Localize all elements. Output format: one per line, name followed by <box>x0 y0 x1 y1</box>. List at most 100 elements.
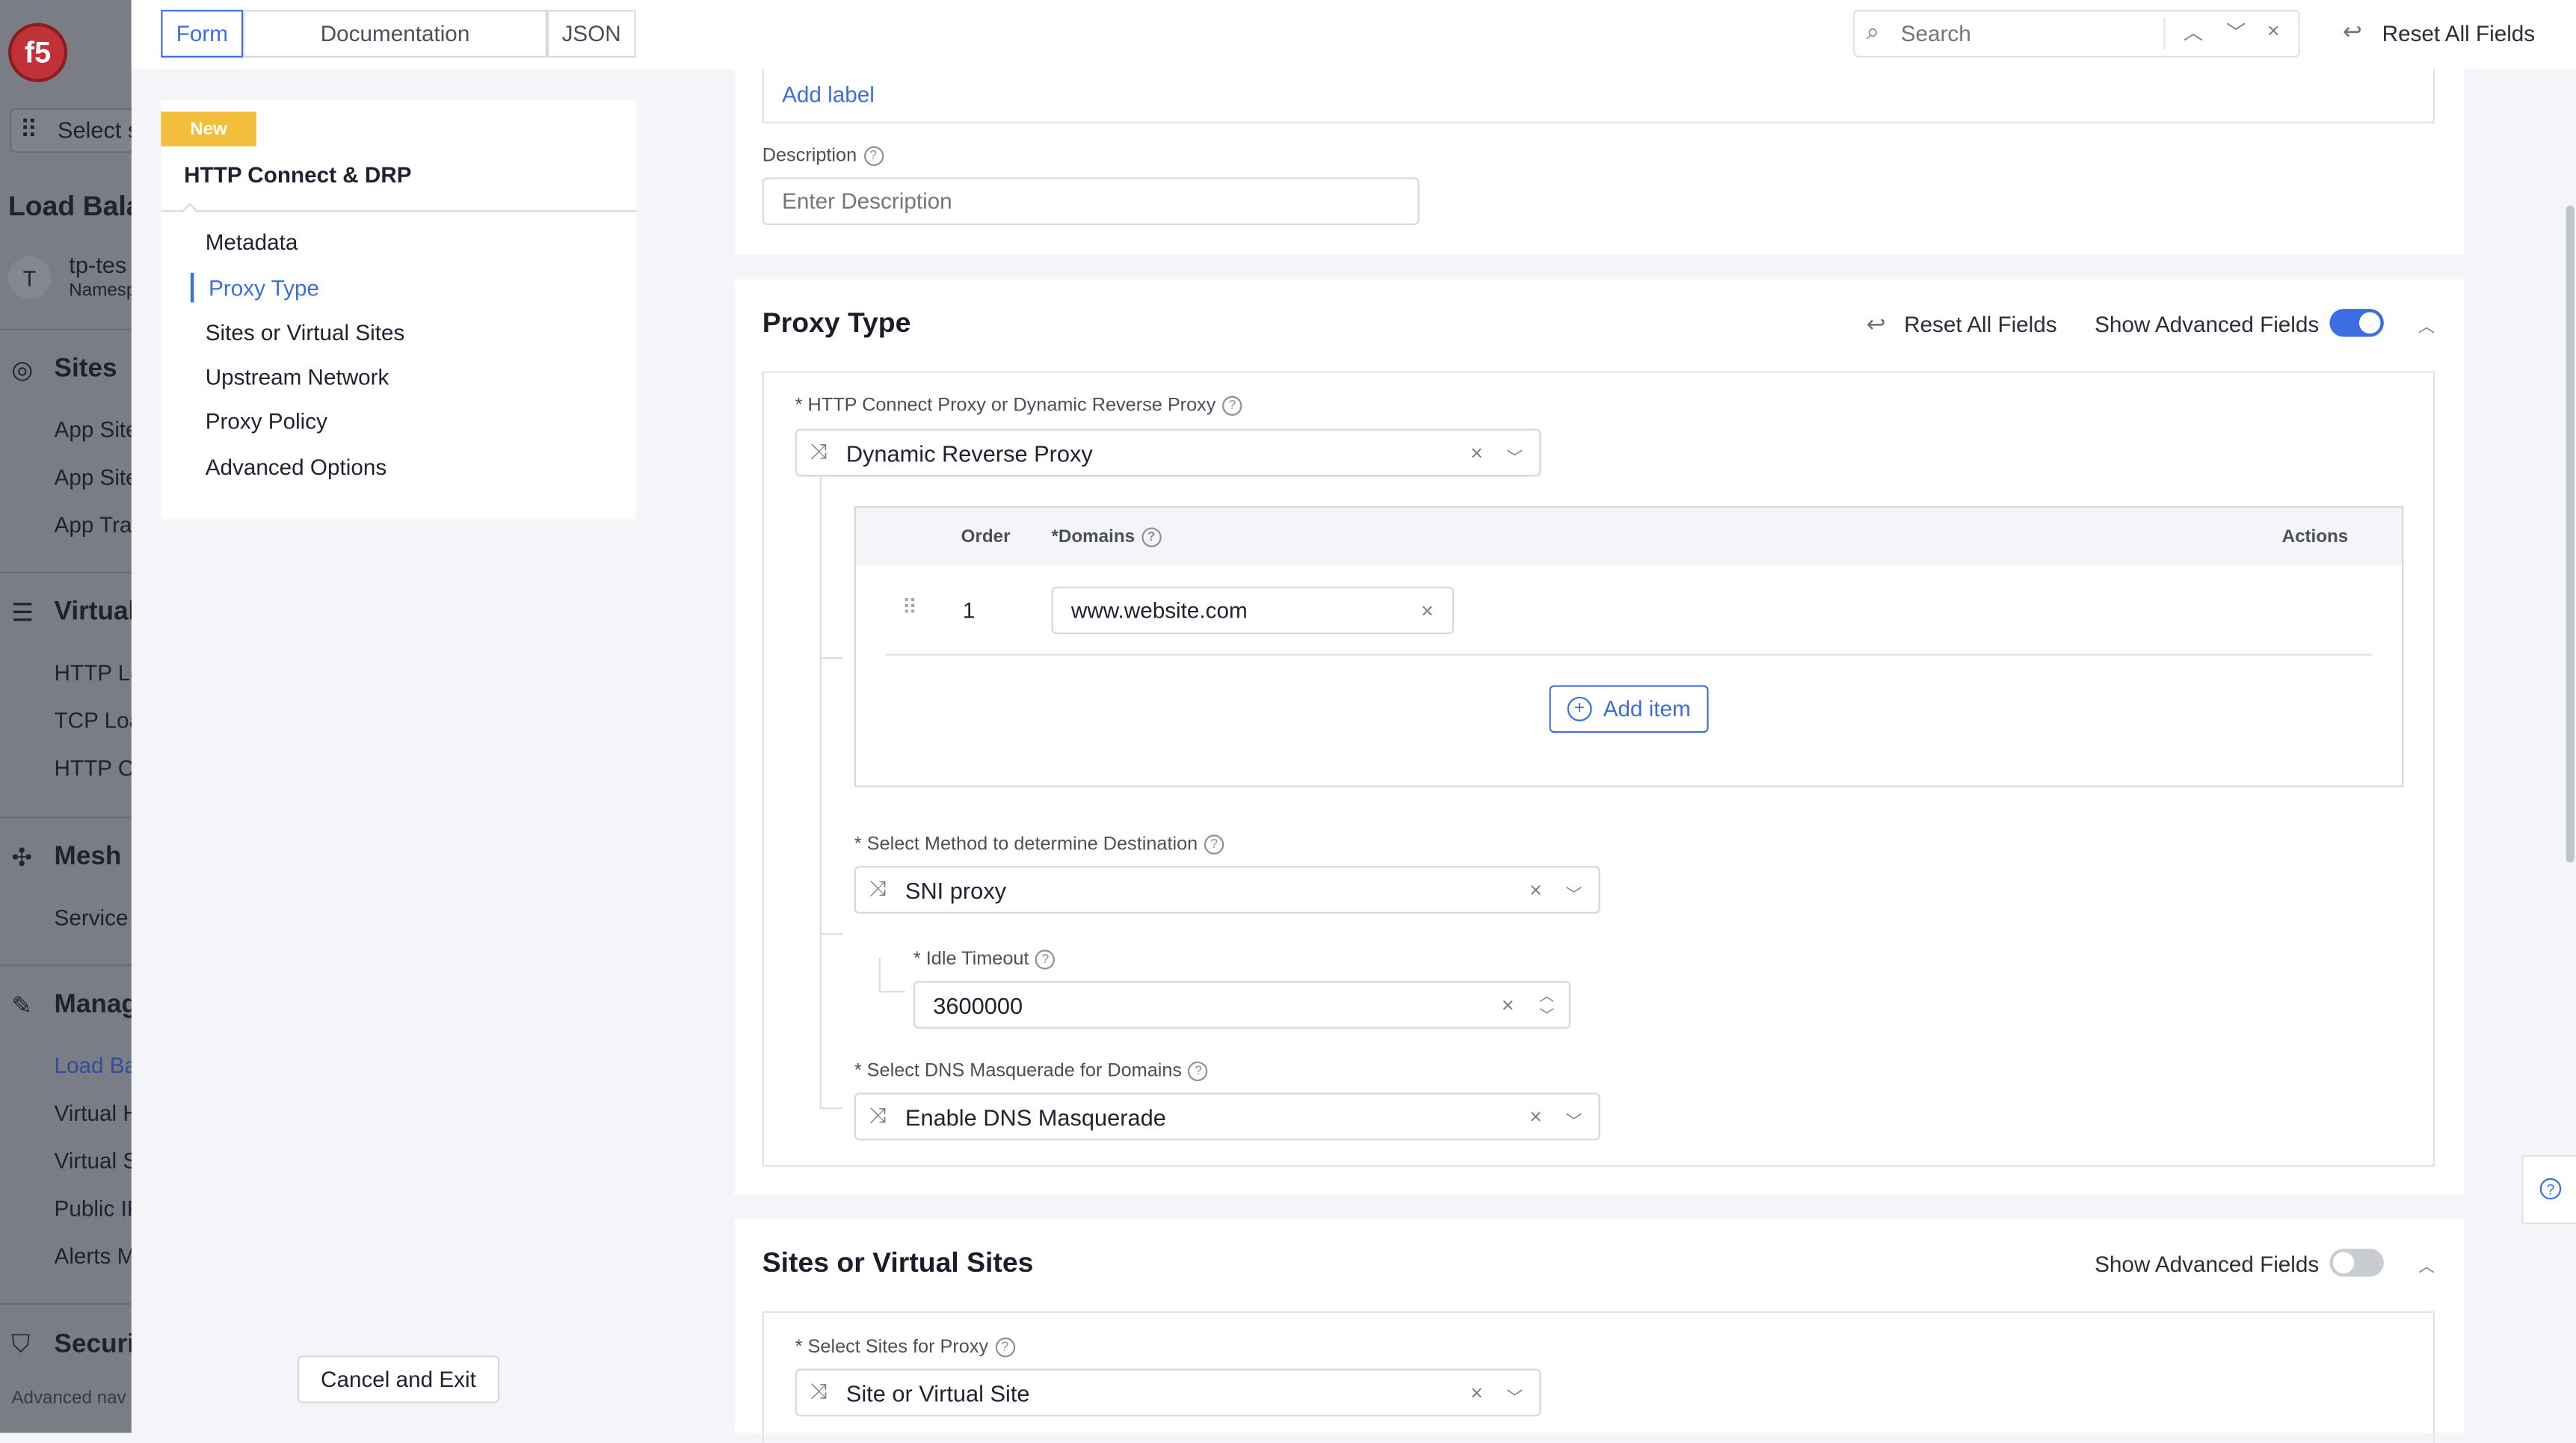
advanced-fields-toggle[interactable] <box>2329 1249 2384 1277</box>
help-icon: ? <box>994 1337 1015 1358</box>
sites-select[interactable]: ⤨ Site or Virtual Site × ﹀ <box>795 1368 1541 1417</box>
section-reset-button[interactable]: Reset All Fields <box>1904 313 2056 337</box>
nav-item[interactable]: Public IP <box>55 1196 132 1221</box>
namespace-sub: Namesp <box>69 280 132 301</box>
scrollbar[interactable] <box>2566 205 2575 863</box>
form-title: HTTP Connect & DRP <box>184 162 412 188</box>
nav-item[interactable]: Virtual H <box>55 1101 132 1125</box>
cancel-exit-button[interactable]: Cancel and Exit <box>297 1356 500 1403</box>
stepper-up-icon[interactable]: ︿ <box>1539 984 1554 1006</box>
nav-item[interactable]: App Site <box>55 465 132 490</box>
nav-proxy-policy[interactable]: Proxy Policy <box>206 409 327 434</box>
nav-item[interactable]: HTTP C <box>55 756 132 781</box>
choice-icon: ⤨ <box>810 438 828 464</box>
advanced-fields-toggle[interactable] <box>2329 309 2384 337</box>
search-prev-icon[interactable]: ︿ <box>2184 18 2203 46</box>
globe-icon: ◎ <box>11 356 34 385</box>
nav-item[interactable]: Service <box>55 905 129 930</box>
header-actions: Actions <box>2281 527 2349 547</box>
clear-icon[interactable]: × <box>1470 1380 1483 1405</box>
add-item-button[interactable]: + Add item <box>1549 685 1709 733</box>
advanced-fields-label: Show Advanced Fields <box>2095 312 2320 337</box>
method-select[interactable]: ⤨ SNI proxy × ﹀ <box>854 866 1600 914</box>
reset-icon[interactable]: ↩ <box>1867 310 1886 338</box>
nav-item[interactable]: TCP Loa <box>55 708 132 733</box>
reset-icon[interactable]: ↩ <box>2343 18 2362 46</box>
sites-field-label: * Select Sites for Proxy? <box>795 1337 1015 1358</box>
nav-proxy-type[interactable]: Proxy Type <box>209 276 319 301</box>
nav-advanced-options[interactable]: Advanced Options <box>206 455 386 480</box>
tab-documentation[interactable]: Documentation <box>243 10 547 58</box>
method-label: * Select Method to determine Destination… <box>854 834 1224 855</box>
top-toolbar: Form Documentation JSON ⌕ ︿ ﹀ × ↩ Reset … <box>131 0 2576 70</box>
nav-group-sites[interactable]: Sites <box>55 355 117 385</box>
reset-all-fields-button[interactable]: Reset All Fields <box>2382 22 2535 46</box>
nav-metadata[interactable]: Metadata <box>206 230 298 255</box>
form-section-nav: New HTTP Connect & DRP Metadata Proxy Ty… <box>161 100 636 520</box>
search-icon: ⌕ <box>1866 18 1879 45</box>
collapse-icon[interactable]: ︿ <box>2418 1252 2435 1276</box>
proxy-select[interactable]: ⤨ Dynamic Reverse Proxy × ﹀ <box>795 428 1541 477</box>
domain-input[interactable]: www.website.com × <box>1051 586 1454 635</box>
advanced-fields-label: Show Advanced Fields <box>2095 1252 2320 1277</box>
proxy-type-title: Proxy Type <box>762 307 911 339</box>
search-input[interactable] <box>1897 16 2160 49</box>
chevron-down-icon[interactable]: ﹀ <box>1506 443 1523 468</box>
section-title: Load Bala <box>7 190 132 222</box>
dns-label: * Select DNS Masquerade for Domains? <box>854 1061 1209 1082</box>
help-icon: ? <box>1222 396 1242 416</box>
clear-icon[interactable]: × <box>1529 1104 1542 1129</box>
choice-icon: ⤨ <box>869 876 887 901</box>
collapse-icon[interactable]: ︿ <box>2418 313 2435 336</box>
mesh-icon: ✣ <box>11 844 33 873</box>
left-navigation: f5 ⠿ Select s Load Bala T tp-tes Namesp … <box>0 0 132 1433</box>
dns-select[interactable]: ⤨ Enable DNS Masquerade × ﹀ <box>854 1092 1600 1141</box>
nav-sites[interactable]: Sites or Virtual Sites <box>206 321 405 345</box>
description-input[interactable] <box>762 177 1420 226</box>
main-form: Add label Description? Proxy Type ↩ Rese… <box>734 69 2465 1443</box>
clear-icon[interactable]: × <box>1470 440 1483 465</box>
drag-handle-icon[interactable]: ⠿ <box>902 595 918 621</box>
clear-icon[interactable]: × <box>1529 878 1542 902</box>
wrench-icon: ✎ <box>11 992 33 1021</box>
sites-title: Sites or Virtual Sites <box>762 1247 1034 1279</box>
namespace-name[interactable]: tp-tes <box>69 251 126 277</box>
tab-form[interactable]: Form <box>161 10 244 58</box>
chevron-down-icon[interactable]: ﹀ <box>1565 1107 1582 1132</box>
nav-item[interactable]: App Tra <box>55 513 132 538</box>
nav-item-active[interactable]: Load Ba <box>55 1053 132 1078</box>
f5-logo[interactable]: f5 <box>7 22 68 82</box>
help-icon: ? <box>1204 834 1224 855</box>
sites-card: Sites or Virtual Sites Show Advanced Fie… <box>734 1219 2465 1443</box>
idle-timeout-label: * Idle Timeout? <box>913 950 1056 970</box>
nav-item[interactable]: Virtual S <box>55 1148 132 1173</box>
help-icon: ? <box>2539 1178 2562 1200</box>
chevron-down-icon[interactable]: ﹀ <box>1506 1383 1523 1408</box>
help-icon: ? <box>1035 950 1056 970</box>
nav-item[interactable]: Alerts M <box>55 1244 132 1269</box>
tab-json[interactable]: JSON <box>546 10 636 58</box>
proxy-field-label: * HTTP Connect Proxy or Dynamic Reverse … <box>795 396 1242 416</box>
stepper-down-icon[interactable]: ﹀ <box>1539 1004 1554 1026</box>
server-icon: ☰ <box>11 600 34 628</box>
nav-item[interactable]: HTTP Lo <box>55 660 132 685</box>
nav-group-virtual[interactable]: Virtual <box>55 598 132 628</box>
nav-upstream-network[interactable]: Upstream Network <box>206 365 389 390</box>
clear-icon[interactable]: × <box>1502 992 1515 1017</box>
nav-group-mesh[interactable]: Mesh <box>55 843 122 873</box>
idle-timeout-input[interactable]: 3600000 × ︿ ﹀ <box>913 981 1571 1029</box>
help-icon: ? <box>1188 1061 1209 1082</box>
nav-item[interactable]: App Site <box>55 417 132 442</box>
help-widget[interactable]: ? <box>2521 1154 2576 1225</box>
nav-group-security[interactable]: Securi <box>55 1331 132 1361</box>
nav-group-manage[interactable]: Manag <box>55 991 132 1021</box>
search-next-icon[interactable]: ﹀ <box>2226 18 2246 46</box>
advanced-nav-label[interactable]: Advanced nav <box>11 1388 126 1408</box>
header-order: Order <box>961 527 1011 547</box>
row-order: 1 <box>962 597 976 623</box>
clear-icon[interactable]: × <box>1421 598 1434 623</box>
search-clear-icon[interactable]: × <box>2267 18 2280 43</box>
chevron-down-icon[interactable]: ﹀ <box>1565 881 1582 905</box>
add-label-link[interactable]: Add label <box>782 82 875 107</box>
search-box: ⌕ ︿ ﹀ × <box>1853 10 2300 58</box>
